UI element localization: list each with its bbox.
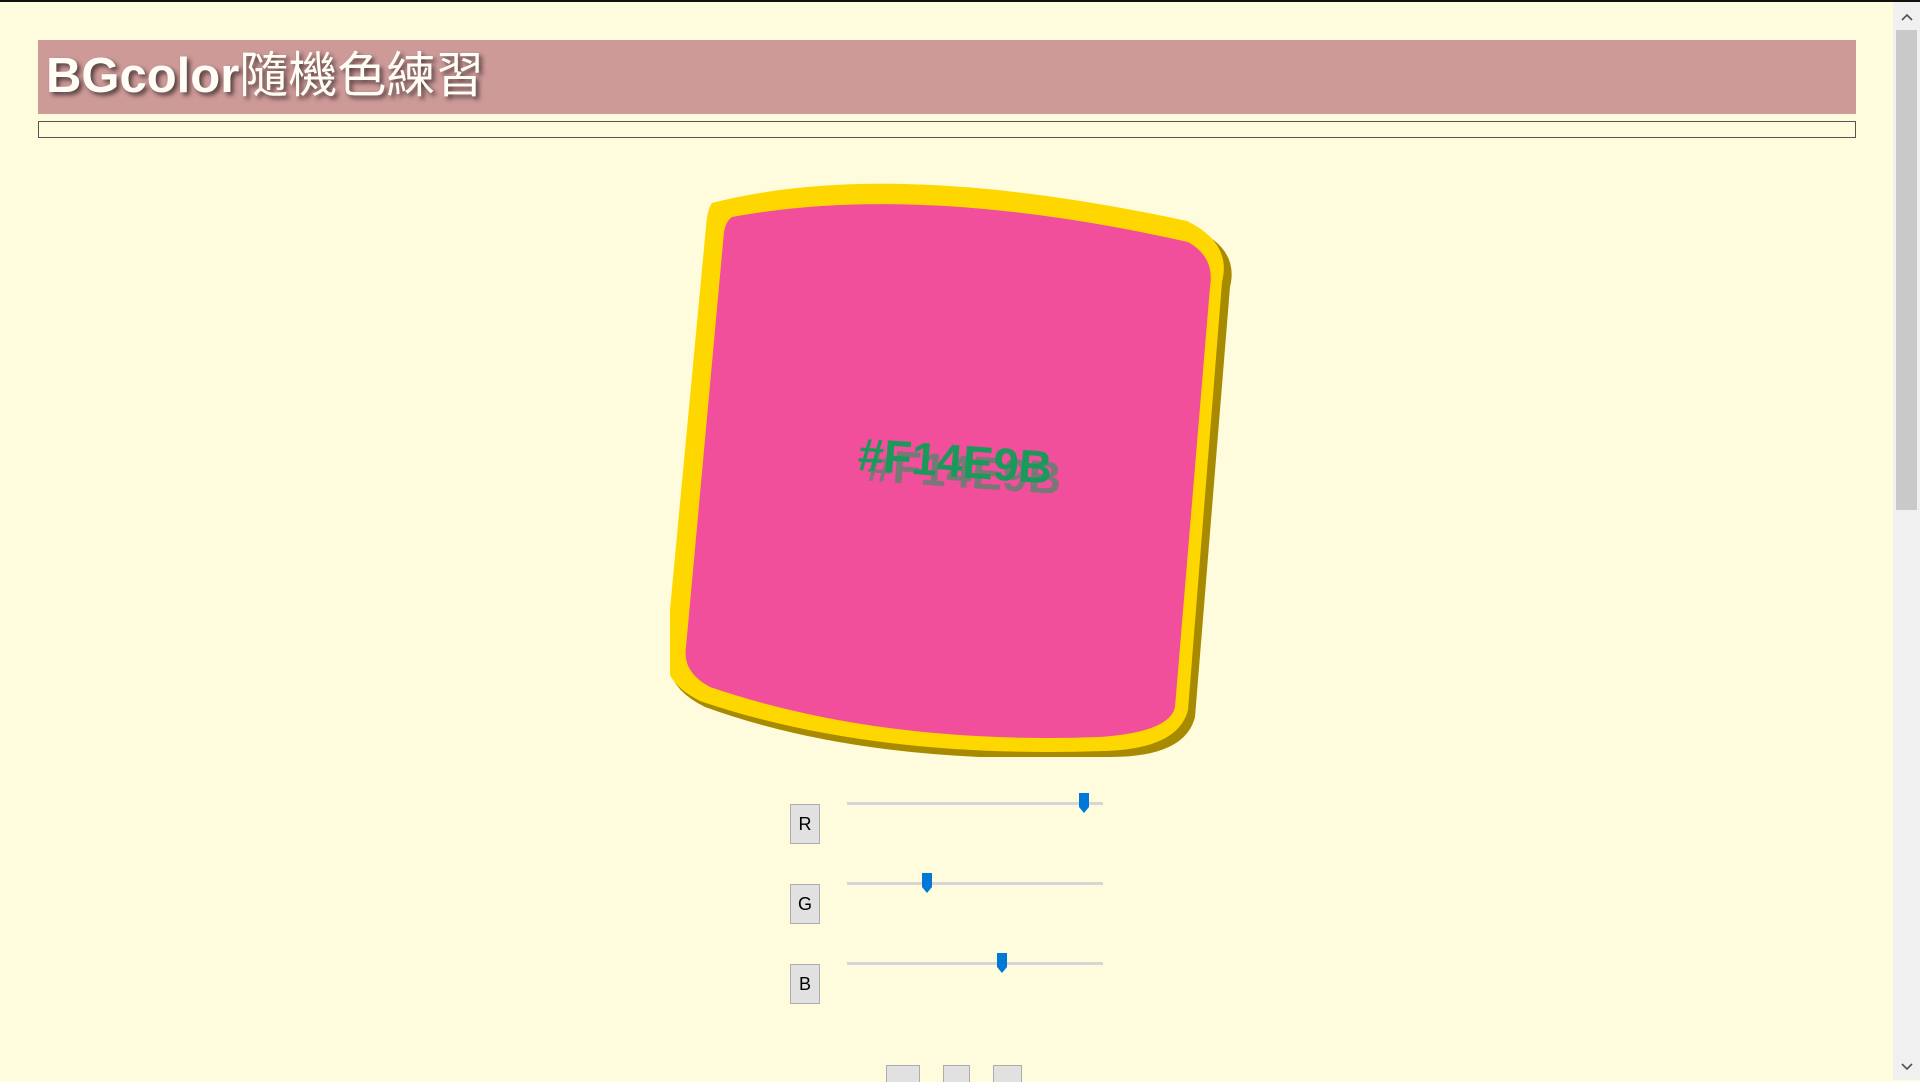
page: BGcolor隨機色練習 #F14E9B #F14E9B R G B bbox=[0, 2, 1893, 1082]
bottom-button-1[interactable] bbox=[886, 1065, 920, 1082]
slider-row-g: G bbox=[790, 862, 1110, 924]
channel-button-g[interactable]: G bbox=[790, 884, 820, 924]
page-title: BGcolor隨機色練習 bbox=[46, 46, 484, 106]
divider-box bbox=[38, 121, 1856, 138]
slider-row-r: R bbox=[790, 782, 1110, 844]
chevron-down-icon[interactable] bbox=[1893, 1054, 1920, 1080]
chevron-up-icon[interactable] bbox=[1893, 4, 1920, 30]
slider-row-b: B bbox=[790, 942, 1110, 1004]
scrollbar-thumb[interactable] bbox=[1896, 30, 1917, 510]
channel-button-b[interactable]: B bbox=[790, 964, 820, 1004]
vertical-scrollbar[interactable] bbox=[1893, 2, 1920, 1080]
page-title-latin: BGcolor bbox=[46, 49, 240, 103]
slider-thumb-g[interactable] bbox=[922, 873, 933, 893]
color-swatch: #F14E9B #F14E9B bbox=[665, 177, 1240, 759]
slider-track-b[interactable] bbox=[847, 962, 1103, 965]
slider-track-r[interactable] bbox=[847, 802, 1103, 805]
header-bar: BGcolor隨機色練習 bbox=[38, 40, 1856, 114]
slider-thumb-b[interactable] bbox=[996, 953, 1007, 973]
page-title-cjk: 隨機色練習 bbox=[239, 47, 485, 104]
slider-thumb-r[interactable] bbox=[1079, 793, 1090, 813]
channel-button-r[interactable]: R bbox=[790, 804, 820, 844]
slider-track-g[interactable] bbox=[847, 882, 1103, 885]
bottom-button-2[interactable] bbox=[943, 1065, 970, 1082]
bottom-button-3[interactable] bbox=[993, 1065, 1022, 1082]
